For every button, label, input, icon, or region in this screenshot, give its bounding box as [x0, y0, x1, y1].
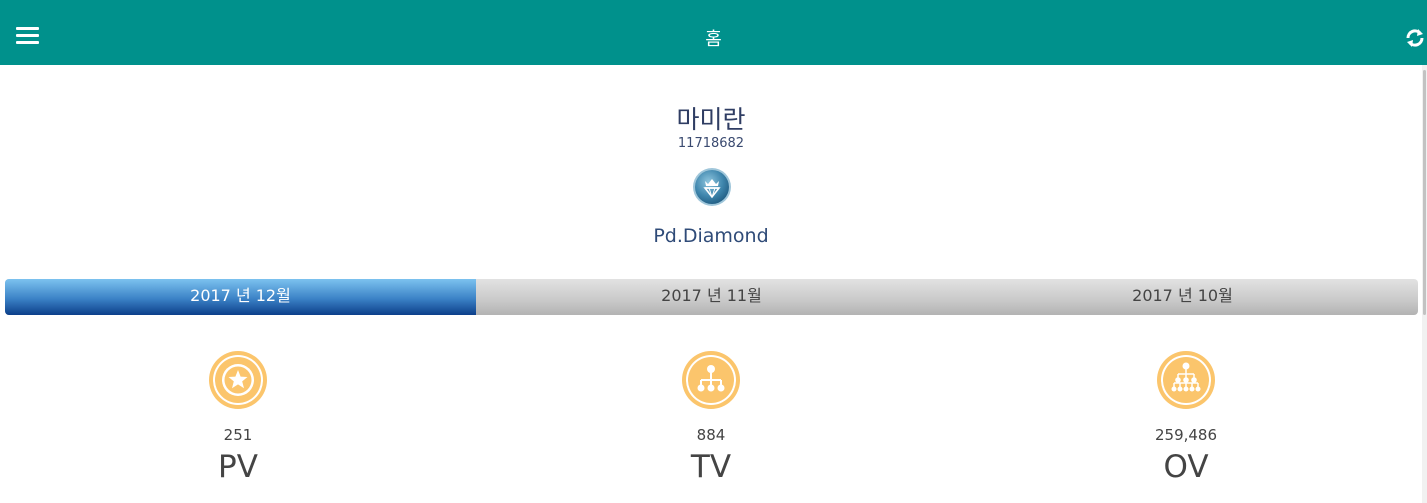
tv-label: TV — [690, 449, 732, 485]
organization-tree-icon — [1156, 350, 1216, 410]
member-id: 11718682 — [677, 136, 745, 151]
refresh-icon[interactable] — [1404, 27, 1426, 49]
ov-value: 259,486 — [1154, 426, 1218, 444]
diamond-crown-badge-icon — [692, 167, 732, 207]
page-title: 홈 — [705, 29, 722, 50]
scrollbar-thumb[interactable] — [1423, 70, 1426, 315]
tab-2017-10[interactable]: 2017 년 10월 — [947, 279, 1418, 315]
star-circle-icon — [208, 350, 268, 410]
ov-label: OV — [1163, 449, 1209, 485]
user-name: 마미란 — [676, 105, 746, 134]
tab-2017-11[interactable]: 2017 년 11월 — [476, 279, 947, 315]
team-tree-icon — [681, 350, 741, 410]
pv-value: 251 — [223, 426, 253, 444]
tv-value: 884 — [696, 426, 726, 444]
month-tabs: 2017 년 12월 2017 년 11월 2017 년 10월 — [5, 279, 1418, 315]
top-app-bar: 홈 — [0, 0, 1427, 65]
tab-2017-12[interactable]: 2017 년 12월 — [5, 279, 476, 315]
rank-name: Pd.Diamond — [653, 225, 769, 247]
pv-label: PV — [218, 449, 258, 485]
